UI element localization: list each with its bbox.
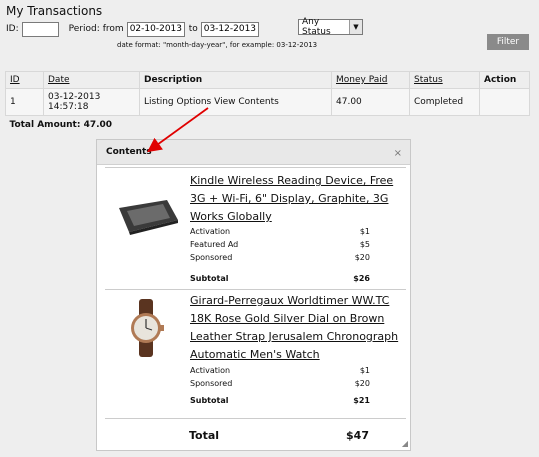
feature-price: $20: [354, 253, 370, 262]
popup-title: Contents: [97, 140, 410, 165]
contents-popup: Contents × Kindle Wireless Reading Devic…: [96, 139, 411, 451]
cell-description: Listing Options View Contents: [139, 88, 332, 116]
subtotal-row: Subtotal $21: [190, 396, 370, 405]
total-amount: Total Amount: 47.00: [9, 120, 113, 130]
feature-price: $1: [359, 366, 370, 375]
total-value: $47: [346, 429, 369, 442]
feature-name: Sponsored: [190, 253, 233, 262]
col-action: Action: [479, 71, 530, 89]
to-date-input[interactable]: [200, 21, 259, 37]
to-label: to: [188, 24, 198, 34]
filter-bar: ID: Period: from to: [6, 20, 259, 38]
watch-image: [131, 299, 164, 357]
product-item: Girard-Perregaux Worldtimer WW.TC 18K Ro…: [105, 289, 406, 419]
feature-row: Featured Ad $5: [190, 238, 370, 251]
feature-row: Activation $1: [190, 225, 370, 238]
status-select-value: Any Status: [302, 17, 331, 37]
feature-name: Sponsored: [190, 379, 233, 388]
id-label: ID:: [6, 24, 19, 34]
period-label: Period:: [68, 24, 100, 34]
sort-status-link[interactable]: Status: [414, 75, 443, 85]
description-text: Listing Options: [144, 97, 212, 107]
feature-price: $1: [359, 227, 370, 236]
from-date-input[interactable]: [126, 21, 185, 37]
sort-date-link[interactable]: Date: [48, 75, 70, 85]
subtotal-label: Subtotal: [190, 396, 229, 405]
product-title-link[interactable]: Girard-Perregaux Worldtimer WW.TC 18K Ro…: [190, 292, 400, 364]
feature-name: Featured Ad: [190, 240, 239, 249]
feature-list: Activation $1 Featured Ad $5 Sponsored $20: [190, 225, 370, 264]
feature-price: $20: [354, 379, 370, 388]
cell-id: 1: [5, 88, 44, 116]
filter-button[interactable]: Filter: [487, 34, 529, 50]
feature-list: Activation $1 Sponsored $20: [190, 364, 370, 390]
cell-action: [479, 88, 530, 116]
view-contents-link[interactable]: View Contents: [214, 97, 279, 107]
total-label: Total: [189, 429, 220, 442]
subtotal-value: $21: [353, 396, 370, 405]
col-money-paid[interactable]: Money Paid: [331, 71, 410, 89]
table-header-row: ID Date Description Money Paid Status Ac…: [5, 71, 530, 89]
subtotal-label: Subtotal: [190, 274, 229, 283]
cell-date: 03-12-2013 14:57:18: [43, 88, 140, 116]
product-title-link[interactable]: Kindle Wireless Reading Device, Free 3G …: [190, 172, 400, 226]
sort-id-link[interactable]: ID: [10, 75, 20, 85]
product-item: Kindle Wireless Reading Device, Free 3G …: [105, 167, 406, 290]
subtotal-value: $26: [353, 274, 370, 283]
col-description: Description: [139, 71, 332, 89]
id-input[interactable]: [21, 21, 59, 37]
page-title: My Transactions: [6, 4, 103, 18]
transactions-table: ID Date Description Money Paid Status Ac…: [5, 71, 530, 133]
feature-row: Activation $1: [190, 364, 370, 377]
feature-price: $5: [359, 240, 370, 249]
chevron-down-icon: ▼: [349, 20, 362, 34]
date-format-hint: date format: "month-day-year", for examp…: [117, 41, 318, 49]
kindle-image: [119, 200, 178, 235]
subtotal-row: Subtotal $26: [190, 274, 370, 283]
feature-row: Sponsored $20: [190, 377, 370, 390]
table-row: 1 03-12-2013 14:57:18 Listing Options Vi…: [5, 88, 530, 116]
resize-handle-icon[interactable]: ◢: [402, 439, 408, 448]
status-select[interactable]: Any Status ▼: [298, 17, 363, 37]
cell-status: Completed: [409, 88, 480, 116]
cell-money: 47.00: [331, 88, 410, 116]
feature-name: Activation: [190, 227, 231, 236]
grand-total: Total $47: [189, 429, 369, 442]
col-status[interactable]: Status: [409, 71, 480, 89]
feature-row: Sponsored $20: [190, 251, 370, 264]
total-row: Total Amount: 47.00: [6, 116, 530, 134]
feature-name: Activation: [190, 366, 231, 375]
close-icon[interactable]: ×: [394, 148, 402, 159]
from-label: from: [102, 24, 124, 34]
col-date[interactable]: Date: [43, 71, 140, 89]
sort-money-link[interactable]: Money Paid: [336, 75, 387, 85]
col-id[interactable]: ID: [5, 71, 44, 89]
